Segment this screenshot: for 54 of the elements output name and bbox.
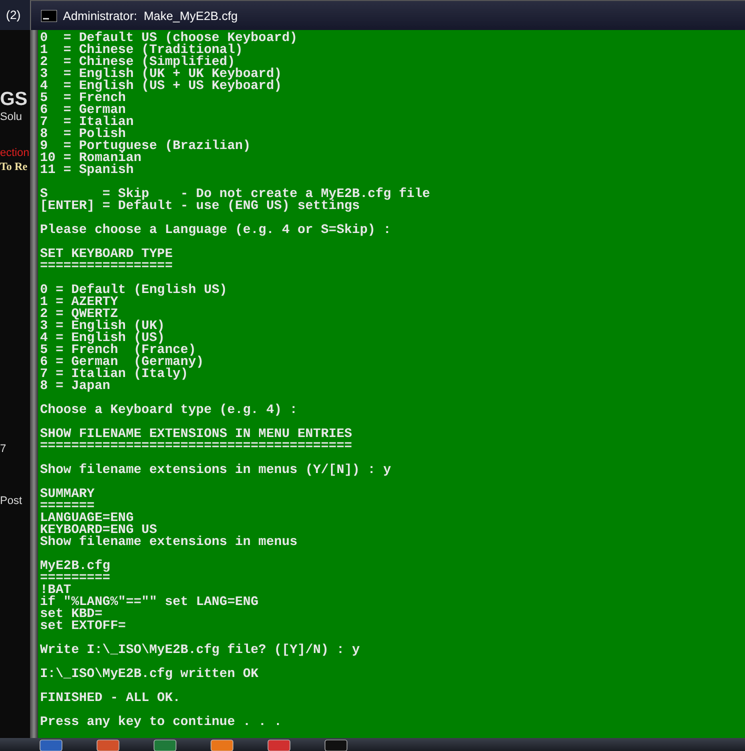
console-line: 0 = Default (English US) [40, 284, 228, 296]
console-line: if "%LANG%"=="" set LANG=ENG [40, 596, 260, 608]
page-text: ection [0, 146, 30, 160]
console-line: Show filename extensions in menus (Y/[N]) : y [40, 464, 392, 476]
tab-title: (2) [5, 8, 21, 22]
console-line: ========= [40, 572, 112, 584]
console-line: Press any key to continue . . . [40, 716, 283, 728]
console-line: !BAT [40, 584, 72, 596]
console-line: Choose a Keyboard type (e.g. 4) : [40, 404, 298, 416]
console-line: ======================================== [40, 440, 354, 452]
console-line: FINISHED - ALL OK. [40, 692, 182, 704]
console-line: 9 = Portuguese (Brazilian) [40, 140, 252, 152]
console-line: 8 = Polish [40, 128, 126, 140]
console-line: 4 = English (US) [40, 332, 165, 344]
console-line: LANGUAGE=ENG [40, 512, 135, 524]
console-line: SET KEYBOARD TYPE [40, 248, 174, 260]
console-line: 10 = Romanian [40, 152, 142, 164]
page-text: GS [0, 90, 28, 111]
console-line: 6 = German (Germany) [40, 356, 205, 368]
console-line: KEYBOARD=ENG US [40, 524, 158, 536]
console-line: I:\_ISO\MyE2B.cfg written OK [40, 668, 260, 680]
console-line: SUMMARY [40, 488, 96, 500]
console-line: 7 = Italian (Italy) [40, 368, 188, 380]
console-line: 1 = Chinese (Traditional) [40, 44, 243, 56]
console-line: Show filename extensions in menus [40, 536, 298, 548]
page-text: To Re [0, 161, 28, 174]
console-line: MyE2B.cfg [40, 560, 112, 572]
console-line: [ENTER] = Default - use (ENG US) settings [40, 200, 360, 212]
console-line: SHOW FILENAME EXTENSIONS IN MENU ENTRIES [40, 428, 354, 440]
page-text: Post [0, 495, 24, 508]
console-line: 3 = English (UK) [40, 320, 166, 332]
console-line: Please choose a Language (e.g. 4 or S=Skip) : [40, 224, 392, 236]
page-text: 7 [0, 443, 8, 456]
console-line: set KBD= [40, 608, 102, 620]
console-line: ======= [40, 500, 95, 512]
console-line: 2 = Chinese (Simplified) [40, 56, 236, 68]
console-line: Write I:\_ISO\MyE2B.cfg file? ([Y]/N) : y [40, 644, 361, 656]
console-line: 11 = Spanish [40, 164, 135, 176]
console-line: 8 = Japan [40, 380, 112, 392]
console-line: 7 = Italian [40, 116, 135, 128]
console-line: 5 = French (France) [40, 344, 196, 356]
page-text: Solu [0, 110, 24, 123]
console-line: 1 = AZERTY [40, 296, 120, 308]
console-line: set EXTOFF= [40, 620, 127, 632]
console-line: 5 = French [40, 92, 126, 104]
console-line: ================= [40, 260, 174, 272]
console-line: 4 = English (US + US Keyboard) [40, 80, 283, 92]
console-line: 3 = English (UK + UK Keyboard) [40, 68, 283, 80]
window-title: Administrator: Make_MyE2B.cfg [63, 8, 238, 22]
console-line: 0 = Default US (choose Keyboard) [40, 32, 298, 44]
browser-tab[interactable]: (2) [0, 0, 30, 30]
console-line: S = Skip - Do not create a MyE2B.cfg file [40, 188, 432, 200]
console-line: 2 = QWERTZ [40, 308, 118, 320]
console-line: 6 = German [40, 104, 126, 116]
